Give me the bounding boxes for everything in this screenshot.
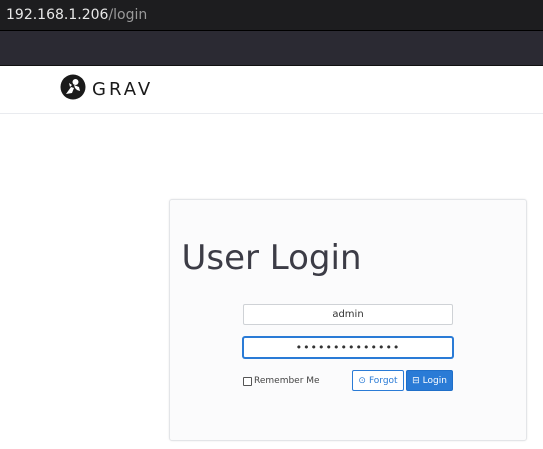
- password-input[interactable]: [243, 337, 453, 358]
- clock-icon: ⊙: [358, 375, 366, 386]
- forgot-label: Forgot: [368, 375, 398, 386]
- url-host: 192.168.1.206: [6, 7, 109, 23]
- address-bar[interactable]: 192.168.1.206/login: [0, 0, 543, 31]
- remember-me[interactable]: Remember Me: [243, 376, 320, 386]
- login-button[interactable]: ⊟ Login: [406, 370, 453, 391]
- remember-me-label: Remember Me: [254, 376, 320, 386]
- forgot-button[interactable]: ⊙ Forgot: [352, 370, 404, 391]
- remember-me-checkbox[interactable]: [243, 376, 252, 386]
- browser-toolbar: [0, 31, 543, 66]
- url-path: /login: [108, 7, 148, 23]
- page-title: User Login: [181, 238, 362, 278]
- brand-name: GRAV: [92, 78, 154, 100]
- grav-astronaut-logo-icon: [60, 74, 86, 104]
- sign-in-icon: ⊟: [412, 375, 420, 386]
- grav-logo[interactable]: GRAV: [60, 74, 154, 104]
- login-label: Login: [422, 375, 447, 386]
- username-input[interactable]: [243, 304, 453, 325]
